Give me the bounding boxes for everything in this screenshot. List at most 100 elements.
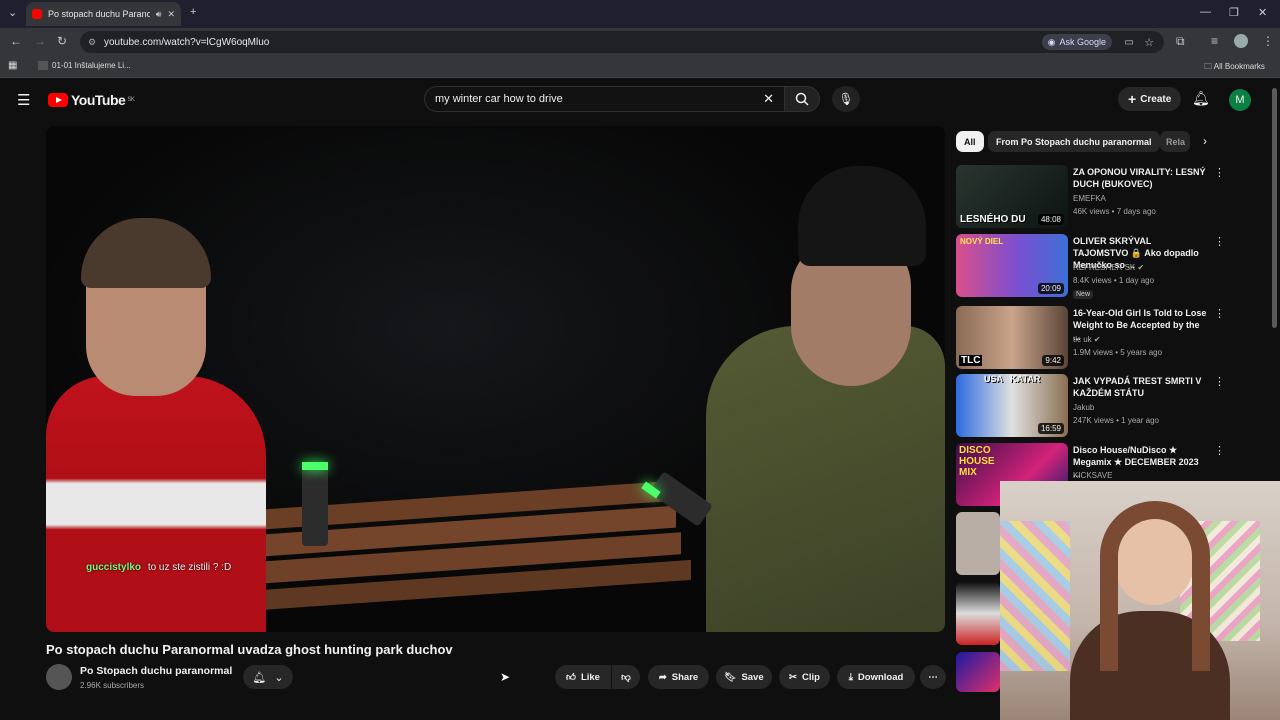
dislike-button[interactable]: 👎︎ bbox=[612, 665, 640, 689]
more-vertical-icon[interactable]: ⋮ bbox=[1214, 166, 1225, 179]
duration-badge: 9:42 bbox=[1042, 355, 1064, 366]
browser-menu-icon[interactable]: ⋮ bbox=[1262, 34, 1274, 48]
search-input[interactable]: my winter car how to drive ✕ bbox=[424, 86, 784, 112]
more-actions-button[interactable]: ⋯ bbox=[920, 665, 946, 689]
cast-icon[interactable]: ▭ bbox=[1125, 37, 1134, 48]
chip-from-channel[interactable]: From Po Stopach duchu paranormal bbox=[988, 131, 1160, 152]
tab-title: Po stopach duchu Paranorm bbox=[48, 9, 150, 19]
all-bookmarks[interactable]: 🗀 All Bookmarks bbox=[1204, 61, 1265, 75]
profile-icon[interactable] bbox=[1234, 34, 1248, 48]
thumbnail-text: NOVÝ DIEL bbox=[960, 237, 1004, 246]
search-button[interactable] bbox=[784, 86, 820, 112]
chevron-down-icon: ⌄ bbox=[274, 671, 284, 684]
rec-thumbnail[interactable]: TLC 9:42 bbox=[956, 306, 1068, 369]
bookmark-icon: 🔖︎ bbox=[724, 671, 737, 683]
rec-thumbnail[interactable] bbox=[956, 512, 1000, 575]
region-code: SK bbox=[127, 97, 135, 103]
chip-all[interactable]: All bbox=[956, 131, 984, 152]
tab-list-icon[interactable]: ⌄ bbox=[8, 6, 17, 19]
new-tab-icon[interactable]: + bbox=[190, 6, 196, 18]
apps-grid-icon[interactable]: ▦ bbox=[8, 60, 17, 71]
rec-channel[interactable]: REFRESHER SK ✔ bbox=[1073, 263, 1144, 272]
rec-meta: 46K views • 7 days ago bbox=[1073, 207, 1156, 216]
create-button[interactable]: + Create bbox=[1118, 87, 1182, 111]
account-avatar[interactable]: M bbox=[1229, 89, 1251, 111]
duration-badge: 16:59 bbox=[1037, 423, 1064, 434]
more-vertical-icon[interactable]: ⋮ bbox=[1214, 444, 1225, 457]
more-vertical-icon[interactable]: ⋮ bbox=[1214, 235, 1225, 248]
hamburger-menu-icon[interactable]: ☰ bbox=[17, 91, 30, 109]
page-scrollbar[interactable] bbox=[1272, 88, 1277, 328]
chevron-right-icon[interactable]: › bbox=[1203, 134, 1207, 148]
channel-avatar[interactable] bbox=[46, 664, 72, 690]
rec-channel[interactable]: tlc uk ✔ bbox=[1073, 335, 1101, 344]
youtube-favicon bbox=[32, 9, 42, 19]
voice-search-button[interactable]: 🎙︎ bbox=[832, 86, 860, 112]
thumbs-down-icon: 👎︎ bbox=[621, 672, 631, 683]
rec-channel[interactable]: KICKSAVE bbox=[1073, 471, 1112, 480]
rec-title[interactable]: ZA OPONOU VIRALITY: LESNÝ DUCH (BUKOVEC) bbox=[1073, 166, 1207, 190]
forward-icon[interactable]: → bbox=[34, 34, 46, 48]
rec-channel[interactable]: EMEFKA bbox=[1073, 194, 1106, 203]
bell-icon: 🔔︎ bbox=[252, 671, 267, 684]
youtube-logo[interactable]: YouTube SK bbox=[48, 92, 135, 108]
rec-meta: 8.4K views • 1 day ago bbox=[1073, 276, 1155, 285]
verified-icon: ✔ bbox=[1137, 263, 1145, 272]
search-icon bbox=[795, 92, 809, 106]
blanket bbox=[1000, 521, 1070, 671]
thumbnail-text: LESNÉHO DU bbox=[960, 214, 1026, 225]
ask-google-button[interactable]: ◉ Ask Google bbox=[1041, 34, 1112, 50]
thumbnail-text: USA KATAR bbox=[984, 374, 1041, 384]
bookmarks-bar: ▦ 01-01 Inštalujeme Li... 🗀 All Bookmark… bbox=[0, 56, 1280, 78]
video-title: Po stopach duchu Paranormal uvadza ghost… bbox=[46, 642, 453, 657]
bookmark-star-icon[interactable]: ☆ bbox=[1144, 36, 1154, 49]
rec-thumbnail[interactable]: USA KATAR 16:59 bbox=[956, 374, 1068, 437]
save-button[interactable]: 🔖︎ Save bbox=[716, 665, 772, 689]
more-vertical-icon[interactable]: ⋮ bbox=[1214, 375, 1225, 388]
more-vertical-icon[interactable]: ⋮ bbox=[1214, 307, 1225, 320]
browser-tab[interactable]: Po stopach duchu Paranorm 🔊︎ ✕ bbox=[26, 2, 181, 26]
speaker-icon[interactable]: 🔊︎ bbox=[156, 9, 162, 20]
download-button[interactable]: ⤓ Download bbox=[837, 665, 915, 689]
share-label: Share bbox=[671, 671, 699, 683]
more-horizontal-icon: ⋯ bbox=[928, 671, 938, 683]
rec-channel[interactable]: Jakub bbox=[1073, 403, 1094, 412]
chat-username: guccistylko bbox=[86, 562, 142, 573]
download-icon: ⤓ bbox=[848, 671, 853, 683]
bookmark-label: 01-01 Inštalujeme Li... bbox=[52, 61, 131, 70]
clip-label: Clip bbox=[802, 671, 820, 683]
tlc-logo: TLC bbox=[959, 355, 983, 366]
notifications-bell-icon[interactable]: 🔔︎ bbox=[1192, 90, 1210, 107]
rec-title[interactable]: JAK VYPADÁ TREST SMRTI V KAŽDÉM STÁTU bbox=[1073, 375, 1207, 399]
extensions-icon[interactable]: ⧉ bbox=[1176, 34, 1185, 49]
download-label: Download bbox=[857, 671, 904, 683]
restore-icon[interactable]: ❐ bbox=[1229, 6, 1239, 19]
video-player[interactable]: guccistylko to uz ste zistili ? :D bbox=[46, 126, 945, 632]
chat-overlay: guccistylko to uz ste zistili ? :D bbox=[86, 562, 231, 573]
clip-button[interactable]: ✂ Clip bbox=[779, 665, 830, 689]
tab-close-icon[interactable]: ✕ bbox=[167, 9, 175, 20]
media-control-icon[interactable]: ≡ bbox=[1211, 34, 1218, 48]
youtube-play-icon bbox=[48, 93, 68, 107]
site-info-icon[interactable]: ⚙ bbox=[88, 37, 96, 48]
browser-tab-bar: ⌄ Po stopach duchu Paranorm 🔊︎ ✕ + — ❐ ✕ bbox=[0, 0, 1280, 28]
channel-name[interactable]: Po Stopach duchu paranormal bbox=[80, 665, 232, 677]
subscription-notifications-button[interactable]: 🔔︎ ⌄ bbox=[243, 665, 293, 689]
clear-search-icon[interactable]: ✕ bbox=[763, 91, 774, 107]
rec-thumbnail[interactable]: NOVÝ DIEL 20:09 bbox=[956, 234, 1068, 297]
bookmark-item[interactable]: 01-01 Inštalujeme Li... bbox=[38, 61, 131, 71]
rec-thumbnail[interactable] bbox=[956, 582, 1000, 645]
share-button[interactable]: ➦ Share bbox=[648, 665, 709, 689]
chip-related[interactable]: Rela bbox=[1160, 131, 1190, 152]
emf-meter-device bbox=[302, 466, 328, 546]
window-close-icon[interactable]: ✕ bbox=[1258, 6, 1267, 19]
thumbs-up-icon: 👍︎ bbox=[566, 672, 576, 683]
address-bar[interactable]: ⚙ youtube.com/watch?v=lCgW6oqMluo ◉ Ask G… bbox=[80, 31, 1164, 53]
bookmark-favicon bbox=[38, 61, 48, 71]
like-button[interactable]: 👍︎ Like bbox=[555, 665, 611, 689]
back-icon[interactable]: ← bbox=[10, 34, 22, 48]
rec-thumbnail[interactable]: LESNÉHO DU 48:08 bbox=[956, 165, 1068, 228]
minimize-icon[interactable]: — bbox=[1200, 6, 1211, 18]
rec-thumbnail[interactable] bbox=[956, 652, 1000, 692]
reload-icon[interactable]: ↻ bbox=[57, 34, 67, 48]
